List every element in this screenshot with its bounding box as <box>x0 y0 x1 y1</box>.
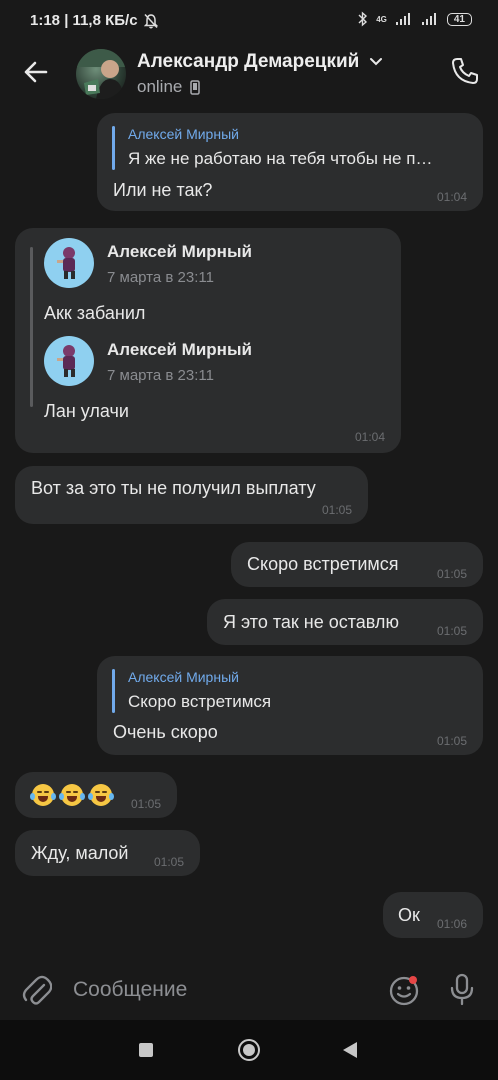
message-bubble[interactable]: Жду, малой 01:05 <box>15 830 200 876</box>
mobile-icon <box>190 79 201 95</box>
back-arrow-icon[interactable] <box>22 58 50 86</box>
bell-off-icon <box>144 13 158 29</box>
signal-icon <box>395 13 410 25</box>
contact-name[interactable]: Александр Демарецкий <box>137 51 383 73</box>
recents-square-icon[interactable] <box>139 1043 153 1057</box>
contact-status: online <box>137 77 201 97</box>
forwarded-message-bubble[interactable]: Алексей Мирный 7 марта в 23:11 Акк забан… <box>15 228 401 453</box>
message-time: 01:05 <box>436 624 467 638</box>
message-time: 01:05 <box>436 567 467 581</box>
forward-text: Акк забанил <box>44 303 146 323</box>
message-bubble[interactable]: Алексей Мирный Я же не работаю на тебя ч… <box>97 113 483 211</box>
message-bubble[interactable]: 01:05 <box>15 772 177 818</box>
chat-header: Александр Демарецкий online <box>0 44 498 104</box>
status-text: online <box>137 77 183 96</box>
cartoon-avatar-icon <box>57 247 75 279</box>
forward-author-avatar <box>44 336 94 386</box>
forward-author-name: Алексей Мирный <box>107 242 252 261</box>
joy-emoji-icon <box>30 784 56 806</box>
reply-text: Скоро встретимся <box>128 692 272 711</box>
message-time: 01:05 <box>153 855 184 869</box>
forward-text: Лан улачи <box>44 401 129 421</box>
reply-author: Алексей Мирный <box>128 126 239 142</box>
contact-name-text: Александр Демарецкий <box>137 51 360 72</box>
system-navigation-bar <box>0 1020 498 1080</box>
message-text: Или не так? <box>113 180 213 200</box>
status-bar: 1:18 | 11,8 КБ/с 4G 41 <box>0 0 498 44</box>
paperclip-icon[interactable] <box>22 975 52 1007</box>
forward-date: 7 марта в 23:11 <box>107 269 214 286</box>
message-time: 01:04 <box>354 430 385 444</box>
battery-icon: 41 <box>446 12 472 26</box>
message-bubble[interactable]: Я это так не оставлю 01:05 <box>207 599 483 645</box>
reply-bar <box>112 669 115 713</box>
smile-icon[interactable] <box>388 974 420 1006</box>
bluetooth-icon <box>358 11 368 27</box>
network-type: 4G <box>376 14 387 24</box>
forward-date: 7 марта в 23:11 <box>107 367 214 384</box>
message-text: Очень скоро <box>113 722 218 742</box>
reply-author: Алексей Мирный <box>128 669 239 685</box>
message-time: 01:06 <box>436 917 467 931</box>
forward-author-avatar <box>44 238 94 288</box>
message-text: Скоро встретимся <box>247 554 399 574</box>
message-bubble[interactable]: Скоро встретимся 01:05 <box>231 542 483 587</box>
message-time: 01:05 <box>321 503 352 517</box>
forward-bar <box>30 247 33 407</box>
joy-emoji-icon <box>59 784 85 806</box>
reply-bar <box>112 126 115 170</box>
joy-emoji-icon <box>88 784 114 806</box>
contact-photo-icon <box>76 49 126 99</box>
message-bubble[interactable]: Ок 01:06 <box>383 892 483 938</box>
message-time: 01:05 <box>436 734 467 748</box>
reply-text: Я же не работаю на тебя чтобы не п… <box>128 149 433 168</box>
forward-author-name: Алексей Мирный <box>107 340 252 359</box>
status-time: 1:18 | 11,8 КБ/с <box>30 12 138 29</box>
message-bubble[interactable]: Вот за это ты не получил выплату 01:05 <box>15 466 368 524</box>
message-time: 01:04 <box>436 190 467 204</box>
message-input[interactable]: Сообщение <box>73 978 187 1002</box>
message-text: Жду, малой <box>31 843 129 863</box>
emoji-row <box>30 784 119 806</box>
message-composer: Сообщение <box>0 958 498 1020</box>
phone-icon[interactable] <box>450 56 480 86</box>
signal-icon-2 <box>421 13 436 25</box>
back-triangle-icon[interactable] <box>343 1042 357 1058</box>
chevron-down-icon[interactable] <box>369 57 383 67</box>
message-text: Вот за это ты не получил выплату <box>31 478 316 498</box>
message-time: 01:05 <box>130 797 161 811</box>
message-bubble[interactable]: Алексей Мирный Скоро встретимся Очень ск… <box>97 656 483 755</box>
microphone-icon[interactable] <box>448 973 476 1007</box>
cartoon-avatar-icon <box>57 345 75 377</box>
message-text: Я это так не оставлю <box>223 612 399 632</box>
message-text: Ок <box>398 905 420 925</box>
home-circle-icon[interactable] <box>238 1039 260 1061</box>
contact-avatar[interactable] <box>76 49 126 99</box>
